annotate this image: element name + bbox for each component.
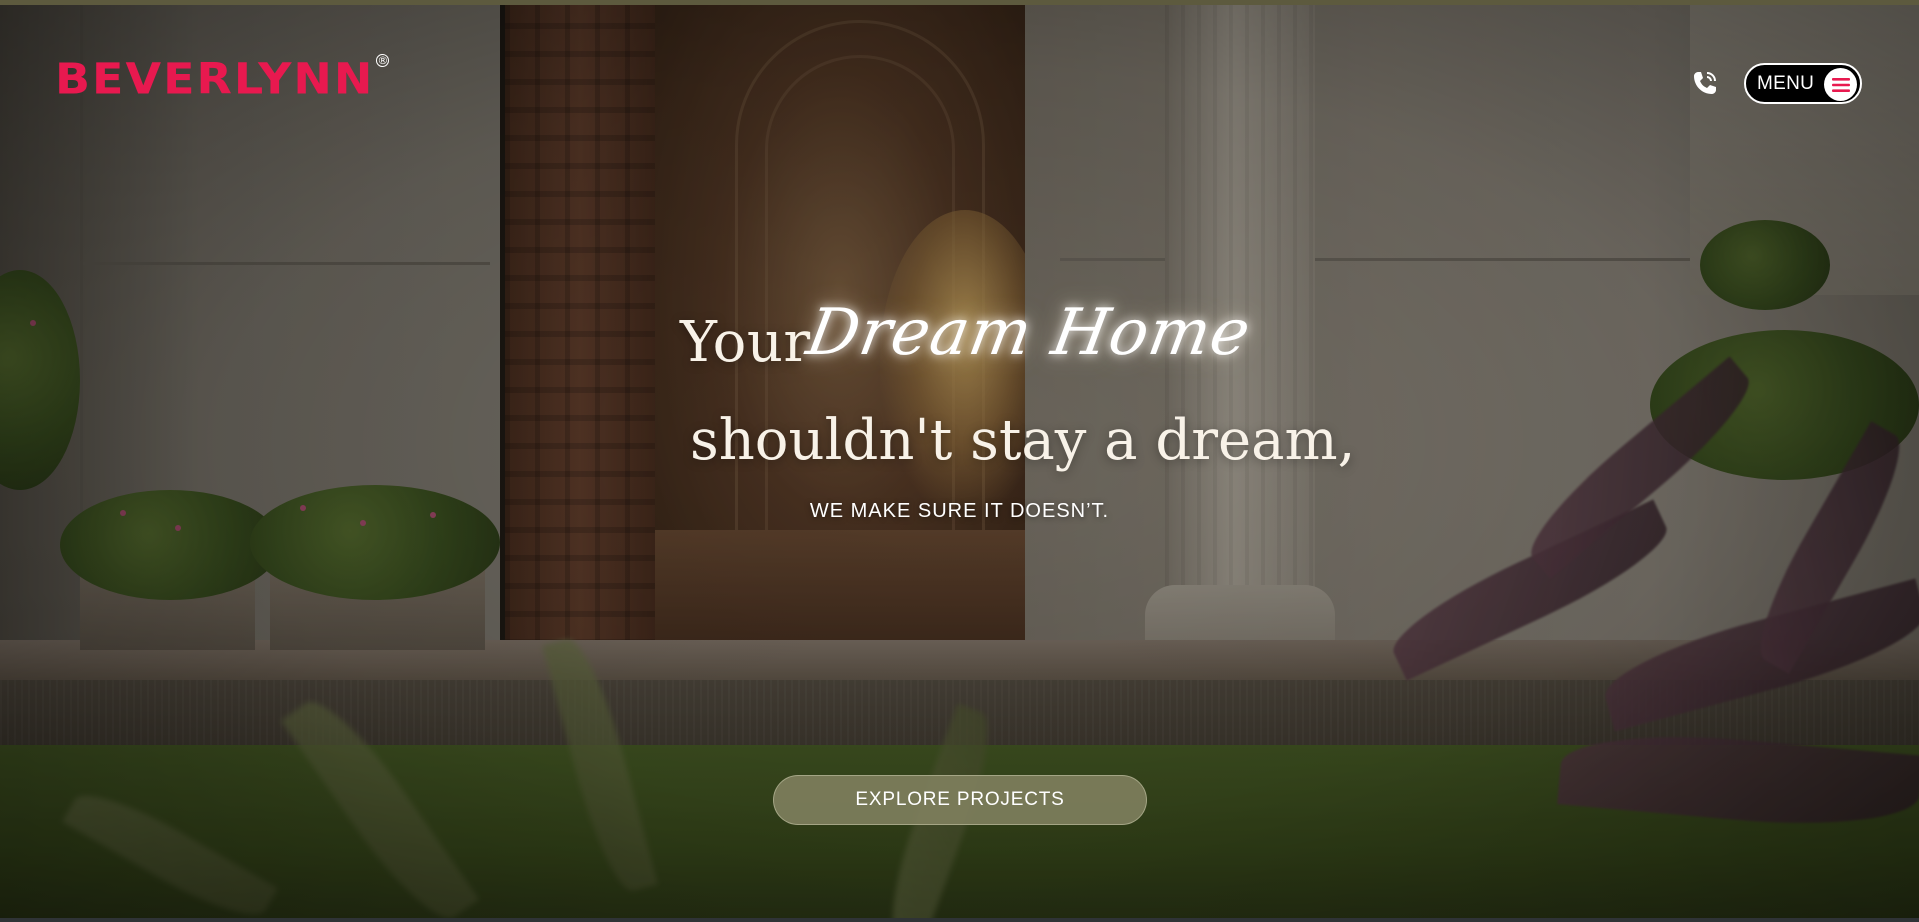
registered-trademark-mark: ® bbox=[376, 54, 390, 67]
top-border bbox=[0, 0, 1919, 5]
hero-section: BEVERLYNN ® MENU Your Dream Home shouldn… bbox=[0, 0, 1919, 922]
hamburger-icon bbox=[1824, 68, 1857, 101]
phone-call-button[interactable] bbox=[1690, 68, 1720, 98]
headline-word-your: Your bbox=[680, 310, 811, 375]
menu-label: MENU bbox=[1757, 72, 1815, 94]
headline-line-2: shouldn't stay a dream, bbox=[690, 408, 1356, 473]
bottom-border bbox=[0, 918, 1919, 922]
brand-logo[interactable]: BEVERLYNN ® bbox=[55, 54, 390, 104]
brand-logo-text: BEVERLYNN bbox=[55, 54, 375, 104]
menu-button[interactable]: MENU bbox=[1744, 63, 1862, 104]
headline-script-dream-home: Dream Home bbox=[801, 296, 1257, 370]
explore-projects-button[interactable]: EXPLORE PROJECTS bbox=[773, 775, 1147, 825]
hero-subheading: WE MAKE SURE IT DOESN’T. bbox=[809, 500, 1110, 522]
phone-call-icon bbox=[1694, 72, 1716, 94]
